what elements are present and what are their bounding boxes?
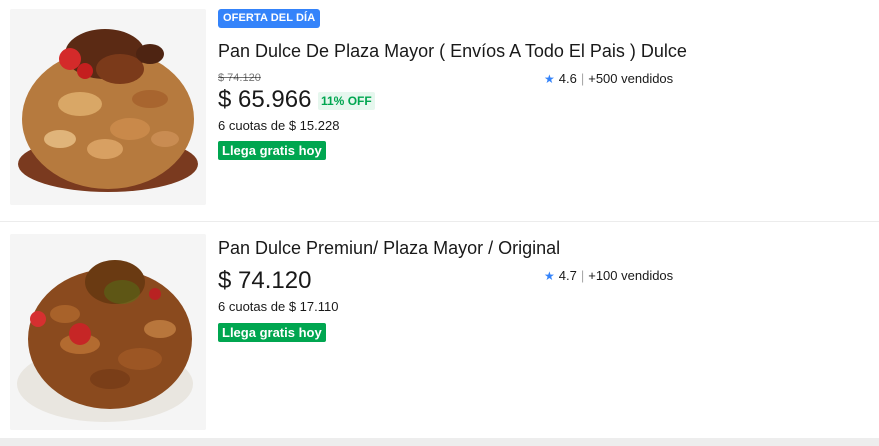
free-shipping-badge: Llega gratis hoy <box>218 323 326 342</box>
free-shipping-badge: Llega gratis hoy <box>218 141 326 160</box>
installments-text: 6 cuotas de $ 17.110 <box>218 299 339 314</box>
installments-text: 6 cuotas de $ 15.228 <box>218 118 340 133</box>
rating-value: 4.6 <box>558 71 577 86</box>
product-title[interactable]: Pan Dulce Premiun/ Plaza Mayor / Origina… <box>218 237 560 259</box>
rating-summary: ★ 4.6 | +500 vendidos <box>544 71 673 86</box>
separator: | <box>580 71 585 86</box>
product-image[interactable] <box>10 234 206 430</box>
product-title[interactable]: Pan Dulce De Plaza Mayor ( Envíos A Todo… <box>218 40 687 62</box>
result-card[interactable]: OFERTA DEL DÍA Pan Dulce De Plaza Mayor … <box>0 0 879 222</box>
list-footer-divider <box>0 438 879 446</box>
separator: | <box>580 268 585 283</box>
product-price: $ 74.120 <box>218 267 312 294</box>
deal-badge: OFERTA DEL DÍA <box>218 9 321 28</box>
sold-count: +100 vendidos <box>588 268 674 283</box>
star-icon: ★ <box>544 268 555 283</box>
sold-count: +500 vendidos <box>588 71 674 86</box>
search-results: OFERTA DEL DÍA Pan Dulce De Plaza Mayor … <box>0 0 879 446</box>
discount-badge: 11% OFF <box>318 92 375 110</box>
product-price: $ 65.966 <box>218 86 312 113</box>
product-image[interactable] <box>10 9 206 205</box>
rating-value: 4.7 <box>558 268 577 283</box>
pan-dulce-image <box>10 234 206 430</box>
pan-dulce-image <box>10 9 206 205</box>
rating-summary: ★ 4.7 | +100 vendidos <box>544 268 673 283</box>
result-card[interactable]: Pan Dulce Premiun/ Plaza Mayor / Origina… <box>0 222 879 438</box>
star-icon: ★ <box>544 71 555 86</box>
original-price: $ 74.120 <box>218 72 261 84</box>
